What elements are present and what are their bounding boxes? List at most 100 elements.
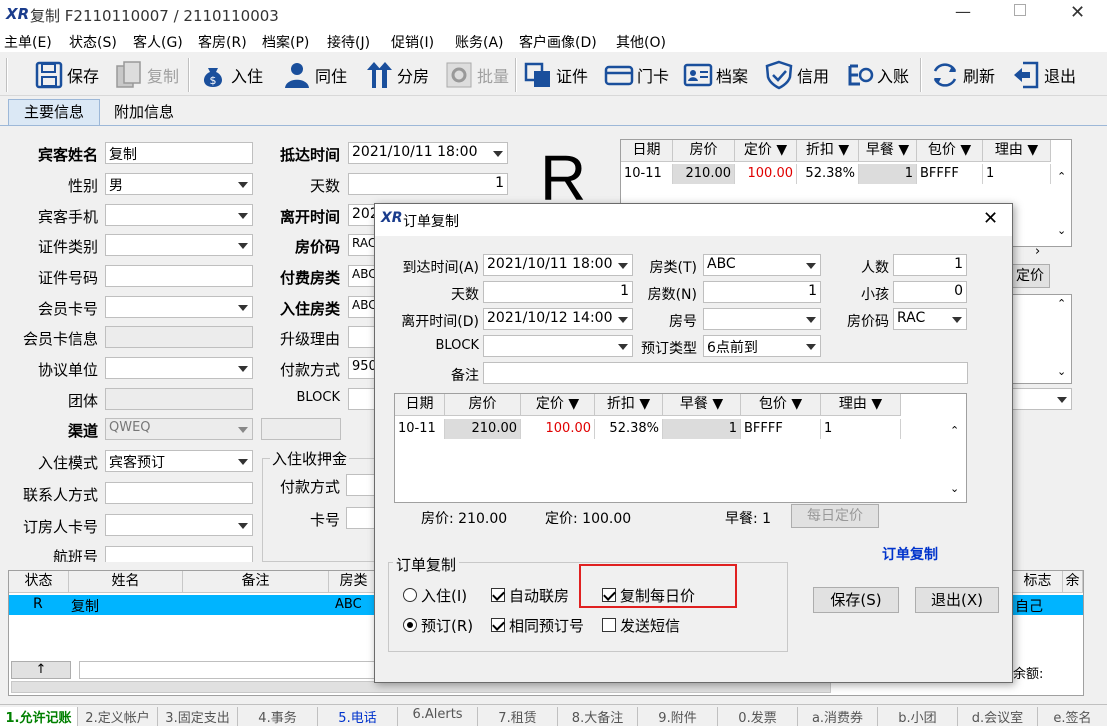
menu-accounts[interactable]: 账务(A) — [455, 32, 504, 52]
tab-extra-info[interactable]: 附加信息 — [104, 101, 184, 125]
dialog-grid-cell[interactable]: 100.00 — [521, 419, 595, 439]
tab-phone[interactable]: 5.电话 — [318, 707, 398, 726]
copy-button[interactable]: 复制 — [114, 57, 179, 93]
checkbox-send-sms-label[interactable]: 发送短信 — [620, 615, 680, 636]
tab-signature[interactable]: e.签名 — [1038, 707, 1107, 726]
rate-grid-cell[interactable]: 100.00 — [735, 164, 797, 184]
menu-main[interactable]: 主单(E) — [4, 32, 52, 52]
card-number-field[interactable] — [346, 507, 376, 529]
radio-reserve[interactable] — [403, 618, 417, 632]
right-combo[interactable] — [1010, 388, 1072, 410]
dialog-arrival-field[interactable]: 2021/10/11 18:00 — [483, 254, 633, 276]
close-icon[interactable]: ✕ — [1070, 2, 1085, 23]
dialog-room-no-select[interactable] — [703, 308, 821, 330]
dialog-remark-field[interactable] — [483, 362, 968, 384]
dialog-grid-header[interactable]: 定价 ▼ — [521, 394, 595, 416]
dialog-grid-header[interactable]: 折扣 ▼ — [595, 394, 663, 416]
dialog-grid-cell[interactable]: BFFFF — [741, 419, 821, 439]
menu-status[interactable]: 状态(S) — [69, 32, 117, 52]
deposit-pay-method-field[interactable] — [346, 474, 376, 496]
menu-reception[interactable]: 接待(J) — [327, 32, 370, 52]
scroll-up-icon[interactable]: ⌃ — [950, 424, 959, 437]
cohabit-button[interactable]: 同住 — [282, 57, 347, 93]
scroll-right-icon[interactable]: › — [1035, 244, 1040, 259]
channel-select[interactable]: QWEQ — [105, 418, 253, 440]
split-room-button[interactable]: 分房 — [364, 57, 429, 93]
dialog-grid-header[interactable]: 早餐 ▼ — [663, 394, 741, 416]
mobile-select[interactable] — [105, 204, 253, 226]
dialog-grid-header[interactable]: 理由 ▼ — [821, 394, 901, 416]
dialog-grid-cell[interactable]: 210.00 — [445, 419, 521, 439]
rate-grid-header[interactable]: 早餐 ▼ — [859, 140, 917, 162]
tab-fixed-expense[interactable]: 3.固定支出 — [158, 707, 238, 726]
dialog-exit-button[interactable]: 退出(X) — [915, 587, 999, 613]
tab-big-remark[interactable]: 8.大备注 — [558, 707, 638, 726]
rate-grid-header[interactable]: 包价 ▼ — [917, 140, 983, 162]
dialog-grid-cell[interactable]: 52.38% — [595, 419, 663, 439]
menu-promotion[interactable]: 促销(I) — [391, 32, 434, 52]
member-card-select[interactable] — [105, 296, 253, 318]
profile-button[interactable]: 档案 — [683, 57, 748, 93]
radio-checkin[interactable] — [403, 588, 417, 602]
dialog-children-field[interactable]: 0 — [893, 281, 967, 303]
gender-select[interactable]: 男 — [105, 173, 253, 195]
post-button[interactable]: 入账 — [844, 57, 909, 93]
rate-grid-cell[interactable]: BFFFF — [917, 164, 983, 184]
arrival-time-field[interactable]: 2021/10/11 18:00 — [348, 142, 508, 164]
scroll-down-icon[interactable]: ⌄ — [1057, 365, 1066, 378]
menu-room[interactable]: 客房(R) — [198, 32, 247, 52]
rate-grid-cell[interactable]: 1 — [859, 164, 917, 184]
list-header-flag[interactable]: 标志 — [1013, 571, 1063, 593]
door-card-button[interactable]: 门卡 — [604, 57, 669, 93]
tab-coupons[interactable]: a.消费券 — [798, 707, 878, 726]
rate-grid-header[interactable]: 定价 ▼ — [735, 140, 797, 162]
rate-grid-cell[interactable]: 1 — [983, 164, 1051, 184]
id-type-select[interactable] — [105, 234, 253, 256]
dialog-people-field[interactable]: 1 — [893, 254, 967, 276]
minimize-icon[interactable]: — — [955, 2, 971, 21]
tab-lease[interactable]: 7.租赁 — [478, 707, 558, 726]
days-field[interactable]: 1 — [348, 173, 508, 195]
close-icon[interactable]: ✕ — [983, 208, 998, 229]
credit-button[interactable]: 信用 — [764, 57, 829, 93]
menu-guest[interactable]: 客人(G) — [133, 32, 183, 52]
save-button[interactable]: 保存 — [34, 57, 99, 93]
id-number-field[interactable] — [105, 265, 253, 287]
daily-rate-button[interactable]: 每日定价 — [791, 504, 879, 528]
move-up-button[interactable]: ↑ — [11, 661, 71, 679]
list-header-name[interactable]: 姓名 — [69, 571, 183, 593]
checkbox-same-booking-no[interactable] — [491, 618, 505, 632]
checkbox-send-sms[interactable] — [602, 618, 616, 632]
tab-define-account[interactable]: 2.定义帐户 — [78, 707, 158, 726]
dialog-grid-header[interactable]: 包价 ▼ — [741, 394, 821, 416]
rate-grid-cell[interactable]: 10-11 — [621, 164, 673, 184]
rate-grid-header[interactable]: 折扣 ▼ — [797, 140, 859, 162]
scroll-down-icon[interactable]: ⌄ — [950, 482, 959, 495]
booker-card-select[interactable] — [105, 514, 253, 536]
checkbox-copy-daily-rate[interactable] — [602, 588, 616, 602]
dialog-booking-type-select[interactable]: 6点前到 — [703, 335, 821, 357]
dialog-grid-cell[interactable]: 10-11 — [395, 419, 445, 439]
tab-attachments[interactable]: 9.附件 — [638, 707, 718, 726]
menu-other[interactable]: 其他(O) — [616, 32, 666, 52]
tab-invoice[interactable]: 0.发票 — [718, 707, 798, 726]
dialog-room-type-select[interactable]: ABC — [703, 254, 821, 276]
checkbox-auto-link-label[interactable]: 自动联房 — [509, 585, 569, 606]
certificate-button[interactable]: 证件 — [523, 57, 588, 93]
checkbox-copy-daily-rate-label[interactable]: 复制每日价 — [620, 585, 695, 606]
guest-name-field[interactable]: 复制 — [105, 142, 253, 164]
checkin-mode-select[interactable]: 宾客预订 — [105, 450, 253, 472]
dialog-grid-cell[interactable]: 1 — [663, 419, 741, 439]
checkin-button[interactable]: $ 入住 — [198, 57, 263, 93]
checkbox-auto-link[interactable] — [491, 588, 505, 602]
scroll-up-icon[interactable]: ⌃ — [1057, 170, 1066, 183]
scroll-down-icon[interactable]: ⌄ — [1057, 224, 1066, 237]
tab-main-info[interactable]: 主要信息 — [8, 99, 100, 125]
agreement-unit-select[interactable] — [105, 357, 253, 379]
dialog-grid-cell[interactable]: 1 — [821, 419, 901, 439]
list-header-room-type[interactable]: 房类 — [329, 571, 379, 593]
dialog-block-select[interactable] — [483, 335, 633, 357]
rate-grid-cell[interactable]: 210.00 — [673, 164, 735, 184]
list-header-balance[interactable]: 余 — [1063, 571, 1083, 593]
refresh-button[interactable]: 刷新 — [930, 57, 995, 93]
